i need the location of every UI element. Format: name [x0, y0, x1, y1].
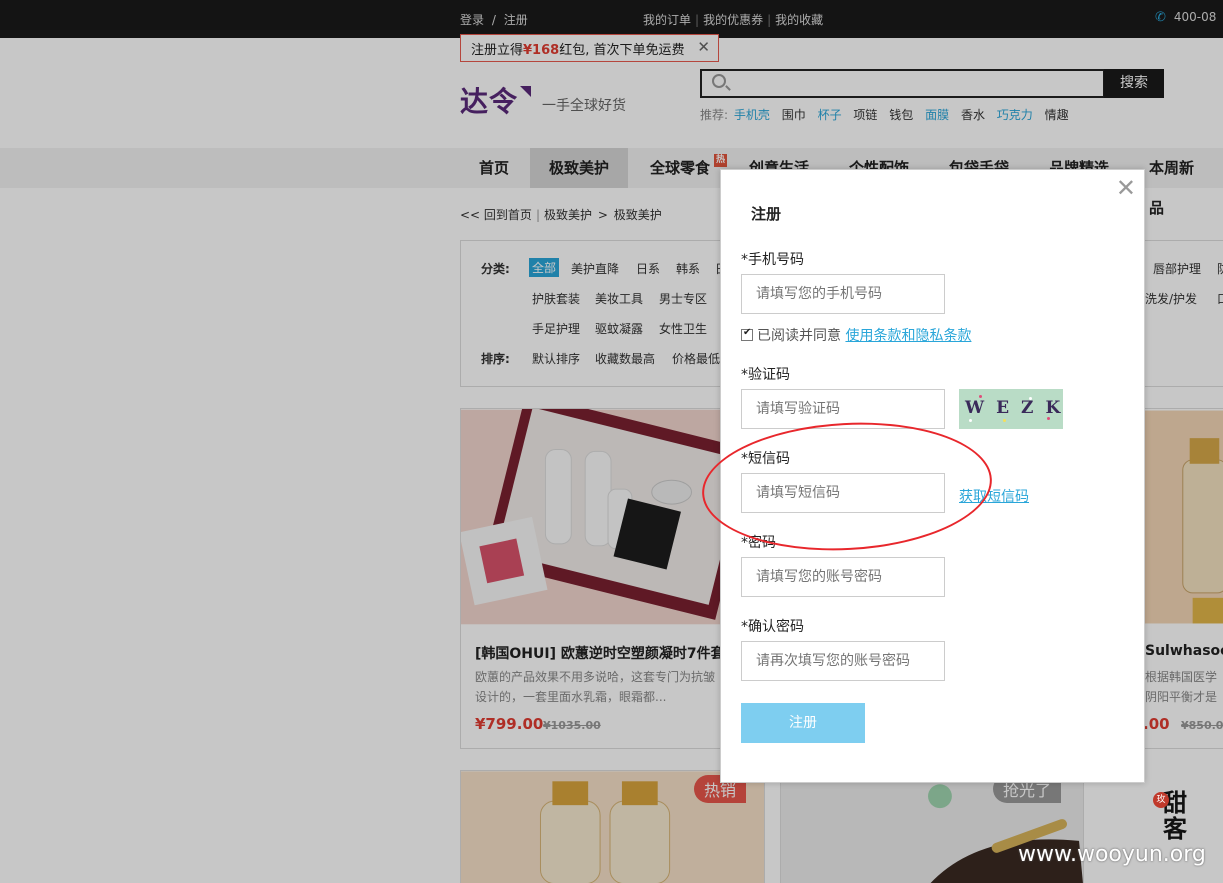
captcha-noise [1047, 417, 1050, 420]
captcha-image[interactable]: WEZK [959, 389, 1063, 429]
phone-label: *手机号码 [741, 252, 804, 268]
confirm-password-label: *确认密码 [741, 619, 804, 635]
captcha-label: *验证码 [741, 367, 790, 383]
password-field[interactable] [741, 557, 945, 597]
captcha-noise [979, 395, 982, 398]
agree-checkbox[interactable] [741, 327, 753, 341]
captcha-noise [1029, 397, 1032, 400]
watermark-text: www.wooyun.org [1018, 842, 1206, 867]
register-submit-button[interactable]: 注册 [741, 703, 865, 743]
confirm-password-field[interactable] [741, 641, 945, 681]
captcha-noise [969, 419, 972, 422]
close-icon[interactable]: ✕ [1116, 176, 1136, 200]
modal-title: 注册 [751, 205, 782, 223]
phone-field[interactable] [741, 274, 945, 314]
agree-text: 已阅读并同意 [757, 328, 841, 344]
captcha-text: WEZK [965, 398, 1063, 418]
watermark-badge: 玫 [1153, 792, 1169, 808]
captcha-noise [1003, 419, 1006, 422]
terms-agreement: 已阅读并同意 使用条款和隐私条款 [741, 325, 971, 345]
terms-link[interactable]: 使用条款和隐私条款 [845, 328, 971, 344]
